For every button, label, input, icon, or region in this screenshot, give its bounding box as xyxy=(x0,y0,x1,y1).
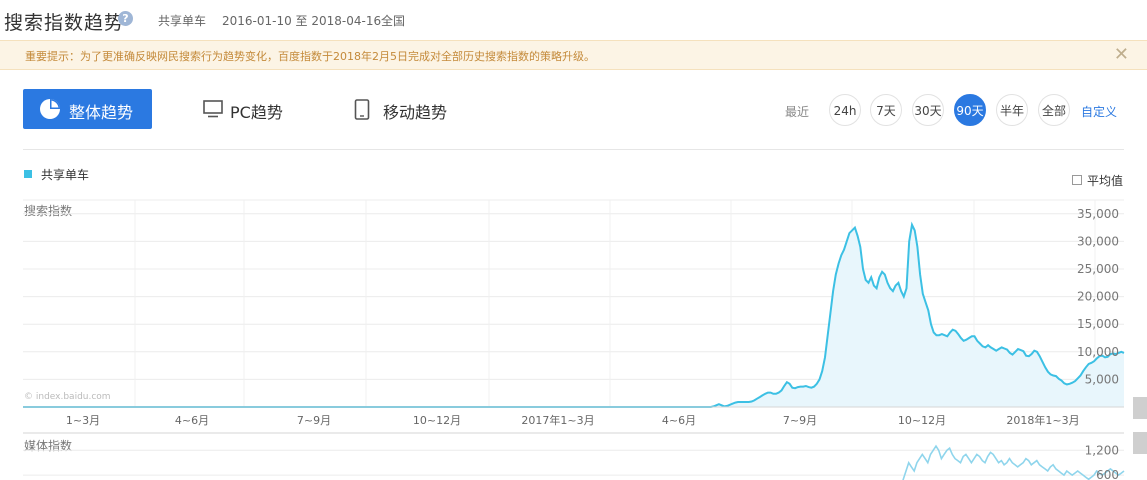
x-tick-label: 10~12月 xyxy=(898,414,946,427)
x-tick-label: 2018年1~3月 xyxy=(1006,413,1079,427)
y-tick-label: 15,000 xyxy=(1077,317,1119,331)
media-y-tick-label: 1,200 xyxy=(1085,443,1119,457)
y-tick-label: 20,000 xyxy=(1077,290,1119,304)
x-tick-label: 2017年1~3月 xyxy=(521,413,594,427)
x-axis-ticks: 1~3月 4~6月 7~9月 10~12月 2017年1~3月 4~6月 7~9月 10~12… xyxy=(66,413,1080,427)
x-tick-label: 4~6月 xyxy=(175,414,209,427)
share-icon[interactable] xyxy=(1133,432,1147,454)
search-index-chart[interactable]: 5,000 10,000 15,000 20,000 25,000 30,000 35,00… xyxy=(0,0,1147,480)
feedback-icon[interactable] xyxy=(1133,397,1147,419)
y-tick-label: 5,000 xyxy=(1085,372,1119,386)
y-tick-label: 30,000 xyxy=(1077,234,1119,248)
x-tick-label: 4~6月 xyxy=(662,414,696,427)
y-tick-label: 25,000 xyxy=(1077,262,1119,276)
x-tick-label: 7~9月 xyxy=(297,414,331,427)
x-tick-label: 10~12月 xyxy=(413,414,461,427)
media-y-axis-ticks: 600 1,200 xyxy=(1085,443,1119,480)
x-tick-label: 7~9月 xyxy=(783,414,817,427)
y-tick-label: 35,000 xyxy=(1077,207,1119,221)
y-tick-label: 10,000 xyxy=(1077,345,1119,359)
media-y-tick-label: 600 xyxy=(1096,468,1119,480)
x-tick-label: 1~3月 xyxy=(66,414,100,427)
media-grid xyxy=(23,449,1124,476)
